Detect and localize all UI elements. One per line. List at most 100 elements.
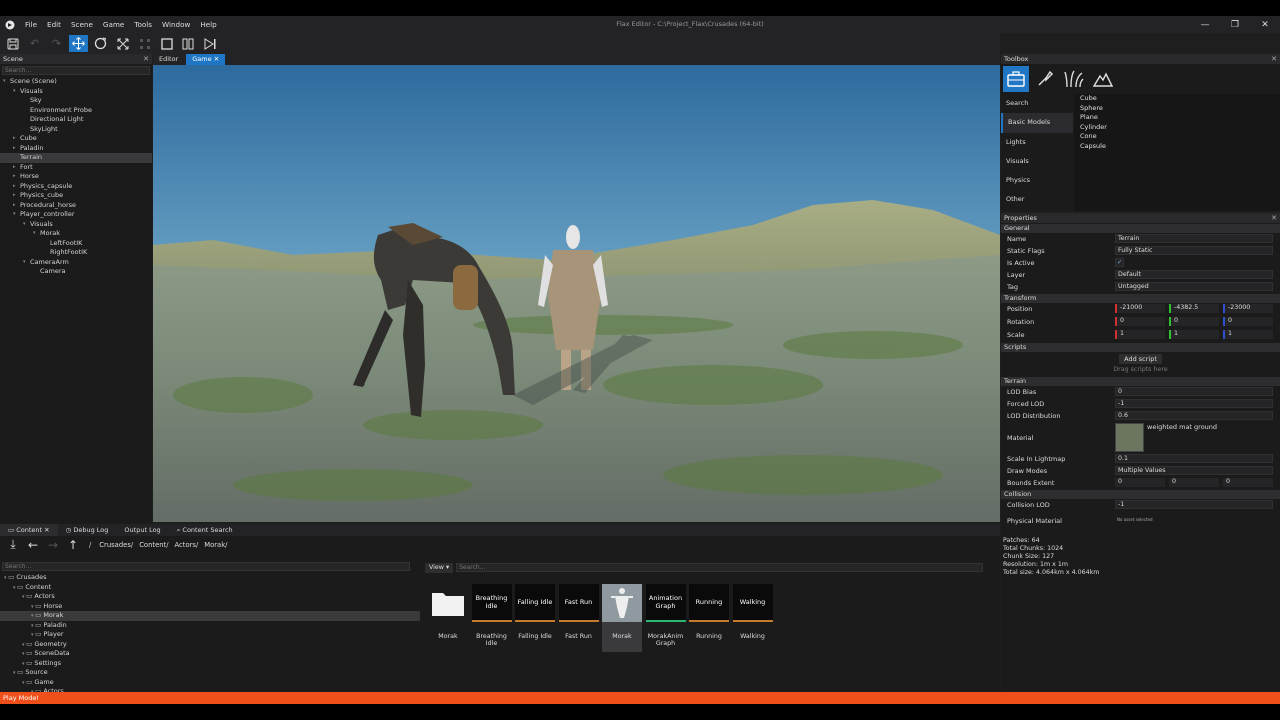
menu-tools[interactable]: Tools — [129, 16, 157, 33]
scene-tree-item[interactable]: Directional Light — [0, 115, 152, 125]
tab-debug-log[interactable]: ◷ Debug Log — [58, 524, 117, 536]
layer-dropdown[interactable]: Default — [1115, 270, 1273, 279]
name-field[interactable]: Terrain — [1115, 234, 1273, 243]
position-y-field[interactable]: -4382.5 — [1169, 304, 1219, 313]
scene-tree-item[interactable]: Sky — [0, 96, 152, 106]
transform-section[interactable]: Transform — [1001, 294, 1280, 303]
scene-tree-item[interactable]: LeftFootIK — [0, 239, 152, 249]
toolbox-category-other[interactable]: Other — [1001, 190, 1073, 209]
breadcrumb-crusades[interactable]: Crusades/ — [99, 541, 133, 549]
toolbox-item-cylinder[interactable]: Cylinder — [1074, 123, 1280, 133]
save-icon[interactable] — [3, 35, 22, 52]
scene-tree-item[interactable]: Camera — [0, 267, 152, 277]
terrain-icon[interactable] — [1090, 66, 1116, 92]
content-tree-item[interactable]: ▾ ▭ Settings — [0, 659, 420, 669]
snap-icon[interactable] — [135, 35, 154, 52]
terrain-section[interactable]: Terrain — [1001, 377, 1280, 386]
breadcrumb-morak[interactable]: Morak/ — [204, 541, 227, 549]
scale-z-field[interactable]: 1 — [1223, 330, 1273, 339]
general-section[interactable]: General — [1001, 224, 1280, 233]
scene-tree-item[interactable]: ▾ Scene (Scene) — [0, 77, 152, 87]
scene-search-input[interactable] — [2, 66, 150, 75]
menu-scene[interactable]: Scene — [66, 16, 98, 33]
paint-icon[interactable] — [1032, 66, 1058, 92]
toolbox-category-search[interactable]: Search — [1001, 94, 1073, 113]
bounds-x-field[interactable]: 0 — [1115, 478, 1165, 487]
pause-icon[interactable] — [179, 35, 198, 52]
collision-section[interactable]: Collision — [1001, 490, 1280, 499]
scale-y-field[interactable]: 1 — [1169, 330, 1219, 339]
minimize-button[interactable]: — — [1190, 16, 1220, 33]
scene-tree-item[interactable]: Environment Probe — [0, 106, 152, 116]
chevron-down-icon[interactable]: ▾ — [33, 229, 36, 239]
asset-item[interactable]: Running Running — [689, 584, 729, 641]
content-tree-item[interactable]: ▾ ▭ Source — [0, 668, 420, 678]
position-z-field[interactable]: -23000 — [1223, 304, 1273, 313]
tab-output-log[interactable]: Output Log — [116, 524, 168, 536]
draw-modes-dropdown[interactable]: Multiple Values — [1115, 466, 1273, 475]
breadcrumb-content[interactable]: Content/ — [139, 541, 168, 549]
chevron-right-icon[interactable]: ▸ — [13, 201, 16, 211]
step-icon[interactable] — [201, 35, 220, 52]
scene-tree-item[interactable]: ▸ Horse — [0, 172, 152, 182]
content-tree-item[interactable]: ▾ ▭ Geometry — [0, 640, 420, 650]
add-script-button[interactable]: Add script — [1119, 354, 1162, 364]
scale-lightmap-field[interactable]: 0.1 — [1115, 454, 1273, 463]
close-window-button[interactable]: ✕ — [1250, 16, 1280, 33]
asset-item[interactable]: Animation Graph MorakAnimGraph — [645, 584, 686, 647]
chevron-down-icon[interactable]: ▾ — [13, 210, 16, 220]
toolbox-category-visuals[interactable]: Visuals — [1001, 152, 1073, 171]
scene-tree-item[interactable]: ▸ Fort — [0, 163, 152, 173]
play-icon[interactable] — [157, 35, 176, 52]
content-tree-item[interactable]: ▾ ▭ Horse — [0, 602, 420, 612]
tab-content-search[interactable]: ⌕ Content Search — [169, 524, 241, 536]
menu-game[interactable]: Game — [98, 16, 129, 33]
scale-x-field[interactable]: 1 — [1115, 330, 1165, 339]
chevron-down-icon[interactable]: ▾ — [3, 77, 6, 87]
close-icon[interactable]: ✕ — [214, 55, 219, 63]
content-tree-search-input[interactable] — [2, 562, 410, 571]
redo-icon[interactable]: ↷ — [47, 35, 66, 52]
close-icon[interactable]: ✕ — [1271, 213, 1277, 223]
rotation-y-field[interactable]: 0 — [1169, 317, 1219, 326]
scripts-section[interactable]: Scripts — [1001, 343, 1280, 352]
toolbox-item-plane[interactable]: Plane — [1074, 113, 1280, 123]
is-active-checkbox[interactable]: ✓ — [1115, 258, 1124, 267]
close-icon[interactable]: ✕ — [44, 526, 49, 534]
chevron-right-icon[interactable]: ▸ — [13, 191, 16, 201]
chevron-right-icon[interactable]: ▸ — [13, 172, 16, 182]
rotation-z-field[interactable]: 0 — [1223, 317, 1273, 326]
scale-icon[interactable] — [113, 35, 132, 52]
scene-tree-item[interactable]: Terrain — [0, 153, 152, 163]
scene-tree-item[interactable]: ▸ Cube — [0, 134, 152, 144]
chevron-right-icon[interactable]: ▸ — [13, 144, 16, 154]
up-icon[interactable]: ↑ — [63, 537, 83, 552]
scene-tree-item[interactable]: ▾ CameraArm — [0, 258, 152, 268]
tag-dropdown[interactable]: Untagged — [1115, 282, 1273, 291]
forced-lod-field[interactable]: -1 — [1115, 399, 1273, 408]
asset-item[interactable]: Falling Idle Falling Idle — [515, 584, 555, 641]
import-icon[interactable]: ⤓ — [3, 537, 23, 552]
undo-icon[interactable]: ↶ — [25, 35, 44, 52]
lod-bias-field[interactable]: 0 — [1115, 387, 1273, 396]
translate-icon[interactable] — [69, 35, 88, 52]
scene-tree-item[interactable]: ▾ Visuals — [0, 220, 152, 230]
tab-content[interactable]: ▭ Content ✕ — [0, 524, 58, 536]
maximize-button[interactable]: ❐ — [1220, 16, 1250, 33]
view-dropdown[interactable]: View ▾ — [425, 562, 454, 573]
scene-tree-item[interactable]: ▸ Procedural_horse — [0, 201, 152, 211]
position-x-field[interactable]: -21000 — [1115, 304, 1165, 313]
content-tree-item[interactable]: ▾ ▭ Game — [0, 678, 420, 688]
content-tree-item[interactable]: ▾ ▭ Content — [0, 583, 420, 593]
asset-item[interactable]: Walking Walking — [732, 584, 773, 641]
toolbox-item-sphere[interactable]: Sphere — [1074, 104, 1280, 114]
toolbox-category-physics[interactable]: Physics — [1001, 171, 1073, 190]
close-icon[interactable]: ✕ — [1271, 54, 1277, 64]
toolbox-category-lights[interactable]: Lights — [1001, 133, 1073, 152]
bounds-y-field[interactable]: 0 — [1169, 478, 1219, 487]
rotate-icon[interactable] — [91, 35, 110, 52]
back-icon[interactable]: ← — [23, 537, 43, 552]
scene-tree-item[interactable]: ▾ Morak — [0, 229, 152, 239]
chevron-down-icon[interactable]: ▾ — [23, 258, 26, 268]
scene-tree-item[interactable]: RightFootIK — [0, 248, 152, 258]
